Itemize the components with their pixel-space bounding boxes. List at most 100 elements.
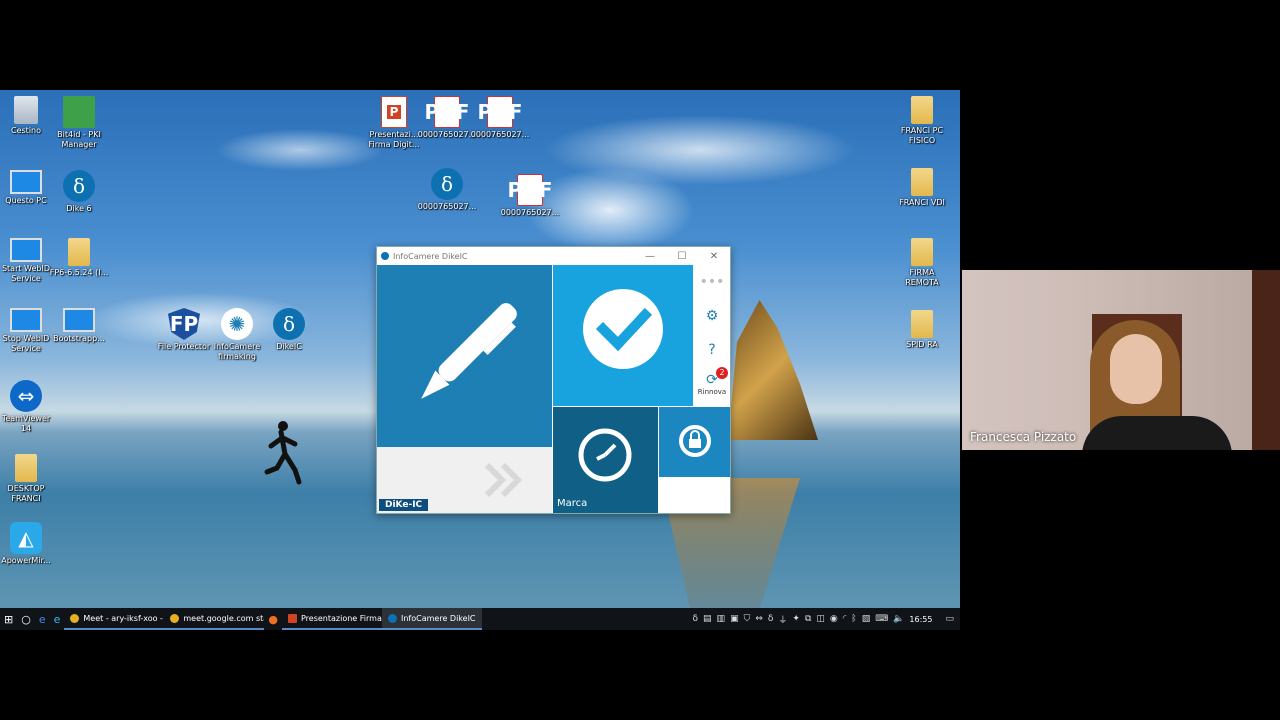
more-options-button[interactable]: ••• [694,265,730,299]
apowermirror-icon: ◭ [10,522,42,554]
wallpaper-runner [264,421,302,485]
desktop-icon-dikeic[interactable]: δ DikeIC [259,308,319,352]
recycle-bin-icon [14,96,38,124]
desktop-icon-firma-remota[interactable]: FIRMA REMOTA [892,238,952,288]
keyboard-tray-icon[interactable]: ⌨ [875,614,888,624]
clock-time[interactable]: 16:55 [909,615,932,624]
dike-app-icon [381,252,389,260]
desktop-icon-dike6[interactable]: δ Dike 6 [49,170,109,214]
desktop-icon-p7m-file[interactable]: δ 0000765027... [417,168,477,212]
desktop-icon-desktop-franci[interactable]: DESKTOP FRANCI [0,454,56,504]
folder-icon [15,454,37,482]
window-titlebar[interactable]: InfoCamere DikeIC — ☐ ✕ [377,247,730,265]
participant-body [1082,416,1232,450]
minimize-button[interactable]: — [634,251,666,262]
side-toolbar: ••• ⚙ ? ⟳ Rinnova 2 [694,265,730,406]
taskbar-task-meet[interactable]: Meet - ary-iksf-xoo - ... [64,608,165,630]
wifi-icon[interactable]: ◜ [843,614,847,624]
maximize-button[interactable]: ☐ [666,251,698,262]
dike-tray-icon-2[interactable]: δ [768,614,774,624]
desktop-icon-spid-ra[interactable]: SPID RA [892,310,952,350]
taskbar: ⊞ ○ e e Meet - ary-iksf-xoo - ... meet.g… [0,608,960,630]
desktop-icon-bit4id[interactable]: Bit4id - PKI Manager [49,96,109,150]
background-door-edge [1252,270,1280,450]
folder-icon [911,238,933,266]
cortana-search-icon[interactable]: ○ [17,608,35,630]
desktop-icon-apowermirror[interactable]: ◭ ApowerMir... [0,522,56,566]
dike-delta-icon: δ [273,308,305,340]
desktop-icon-franci-pc-fisico[interactable]: FRANCI PC FISICO [892,96,952,146]
ie-icon[interactable]: e [50,608,65,630]
desktop-icon-questo-pc[interactable]: Questo PC [0,170,56,206]
bluetooth-icon[interactable]: ᛒ [851,614,856,624]
desktop-icon-infocamere-firmaking[interactable]: ✺ InfoCamere firmaking [207,308,267,362]
help-question-icon[interactable]: ? [694,333,730,367]
folder-icon [911,96,933,124]
dike-delta-icon [388,613,397,623]
desktop-icon-bootstrapp[interactable]: Bootstrapp... [49,308,109,344]
system-tray: δ ▤ ▥ ▣ ⛉ ⇔ δ ⏚ ✦ ⧉ ◫ ◉ ◜ ᛒ ▧ ⌨ 🔈 16:55 … [693,613,960,626]
powerpoint-icon [288,613,297,623]
shield-icon: FP [168,308,200,340]
display-tray-icon[interactable]: ◫ [816,614,825,624]
webid-icon [10,308,42,332]
desktop-icon-start-webid[interactable]: Start WebID Service [0,238,56,284]
desktop-icon-fp6-zip[interactable]: FP6-6.5.24 (I... [49,238,109,278]
taskbar-task-meet-sharing[interactable]: meet.google.com sta ... [164,608,265,630]
meet-tray-icon[interactable]: ⧉ [805,614,811,624]
sign-tile[interactable] [377,265,552,447]
taskbar-task-dikeic[interactable]: InfoCamere DikeIC [382,608,482,630]
pen-icon [421,303,517,399]
desktop-icon-pdf-3[interactable]: PDF 0000765027... [500,174,560,218]
desktop-icon-file-protector[interactable]: FP File Protector [154,308,214,352]
lock-refresh-icon [679,425,711,457]
dike-tray-icon[interactable]: δ [693,614,699,624]
speaker-icon[interactable]: 🔈 [893,614,904,624]
teamviewer-tray-icon[interactable]: ⇔ [755,614,763,624]
desktop-icon-teamviewer[interactable]: ⇔ TeamViewer 14 [0,380,56,434]
defender-tray-icon[interactable]: ✦ [792,614,800,624]
desktop-icon-presentazione[interactable]: P Presentazi... Firma Digit... [364,96,424,150]
next-arrow-tile[interactable]: DiKe-IC [377,447,552,513]
action-center-icon[interactable]: ▭ [945,614,954,624]
participant-video[interactable]: Francesca Pizzato [962,270,1280,450]
taskbar-task-presentazione[interactable]: Presentazione Firma ... [282,608,382,630]
desktop-icon-pdf-1[interactable]: PDF 0000765027... [417,96,477,140]
chrome-icon [170,613,180,623]
vpn-tray-icon[interactable]: ▧ [862,614,871,624]
rinnova-button[interactable]: ⟳ Rinnova 2 [694,367,730,401]
chrome-icon [70,613,80,623]
zip-folder-icon [68,238,90,266]
desktop-icon-franci-vdi[interactable]: FRANCI VDI [892,168,952,208]
desktop-icon-stop-webid[interactable]: Stop WebID Service [0,308,56,354]
dike-delta-icon: δ [431,168,463,200]
wallpaper-cliff [728,300,818,440]
participant-face [1110,334,1162,404]
desktop-icon-cestino[interactable]: Cestino [0,96,56,136]
network-share-tray-icon[interactable]: ◉ [830,614,838,624]
marca-label: Marca [557,498,588,509]
monitor-tray-icon[interactable]: ▣ [730,614,739,624]
verify-tile[interactable] [553,265,693,406]
close-button[interactable]: ✕ [698,251,730,262]
dike-delta-icon: δ [63,170,95,202]
firefox-icon[interactable]: ● [264,608,282,630]
computer-icon [10,170,42,194]
marca-tile[interactable]: Marca [553,407,658,513]
card-tray-icon[interactable]: ▤ [703,614,712,624]
pdf-file-icon: PDF [508,174,552,206]
shield-tray-icon[interactable]: ⛉ [744,614,751,624]
notification-badge: 2 [716,367,728,379]
usb-tray-icon[interactable]: ⏚ [778,613,787,626]
folder-tray-icon[interactable]: ▥ [717,614,726,624]
lock-tile[interactable] [659,407,730,477]
edge-icon[interactable]: e [35,608,50,630]
settings-gear-icon[interactable]: ⚙ [694,299,730,333]
desktop-icon-pdf-2[interactable]: PDF 0000765027... [470,96,530,140]
installer-icon [63,308,95,332]
dikeic-window: InfoCamere DikeIC — ☐ ✕ DiKe-IC ••• ⚙ ? … [376,246,731,514]
rinnova-label: Rinnova [697,388,727,396]
teamviewer-icon: ⇔ [10,380,42,412]
start-button[interactable]: ⊞ [0,608,17,630]
pdf-file-icon: PDF [425,96,469,128]
